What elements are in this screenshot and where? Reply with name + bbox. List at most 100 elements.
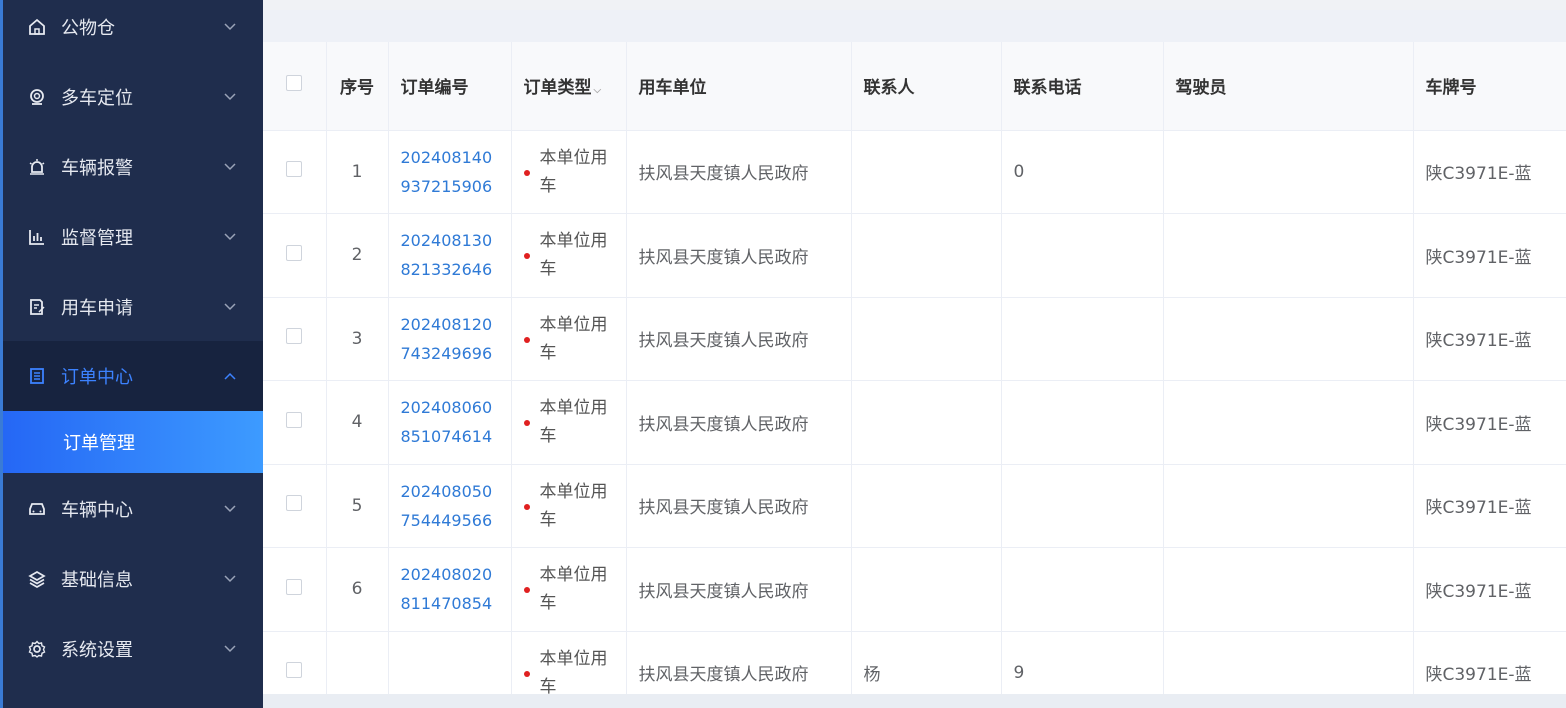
home-icon	[27, 17, 47, 37]
chevron-down-icon	[223, 572, 237, 586]
row-select-cell[interactable]	[263, 464, 327, 548]
row-checkbox[interactable]	[286, 244, 303, 261]
row-checkbox[interactable]	[286, 495, 303, 512]
sidebar-item-label: 公物仓	[61, 18, 115, 39]
car-icon	[27, 499, 47, 519]
row-select-cell[interactable]	[263, 297, 327, 381]
row-checkbox[interactable]	[286, 662, 303, 679]
order-type-text: 本单位用车	[539, 231, 608, 280]
order-no-link[interactable]: 202408120743249696	[401, 310, 499, 368]
cell-order-no[interactable]: 202408020811470854	[388, 547, 512, 632]
header-contact: 联系人	[851, 42, 1002, 131]
header-phone: 联系电话	[1001, 42, 1164, 131]
sidebar-item-system-settings[interactable]: 系统设置	[3, 627, 263, 671]
cell-unit: 扶风县天度镇人民政府	[626, 380, 852, 465]
order-no-link[interactable]: 202408060851074614	[401, 393, 499, 451]
header-select-all[interactable]	[263, 42, 327, 131]
cell-plate: 陕C3971E-蓝	[1413, 547, 1566, 632]
sidebar-item-supervision[interactable]: 监督管理	[3, 215, 263, 259]
row-select-cell[interactable]	[263, 547, 327, 632]
cell-order-no[interactable]: 202408050754449566	[388, 464, 512, 548]
cell-unit: 扶风县天度镇人民政府	[626, 213, 852, 298]
row-checkbox[interactable]	[286, 411, 303, 428]
select-all-checkbox[interactable]	[286, 75, 303, 92]
sidebar-item-car-application[interactable]: 用车申请	[3, 285, 263, 329]
table-row[interactable]: 1 202408140937215906 本单位用车 扶风县天度镇人民政府 0 …	[263, 130, 1566, 214]
chevron-down-icon	[223, 230, 237, 244]
cell-plate: 陕C3971E-蓝	[1413, 464, 1566, 548]
order-no-link[interactable]: 202408140937215906	[401, 143, 499, 201]
order-type-text: 本单位用车	[539, 398, 608, 447]
filter-caret-icon[interactable]: ⌵	[594, 85, 602, 96]
cell-driver	[1163, 380, 1414, 465]
row-checkbox[interactable]	[286, 328, 303, 345]
status-dot-icon	[523, 587, 530, 594]
table-row[interactable]: 3 202408120743249696 本单位用车 扶风县天度镇人民政府 陕C…	[263, 297, 1566, 381]
cell-order-type: 本单位用车	[511, 297, 627, 381]
cell-plate: 陕C3971E-蓝	[1413, 213, 1566, 298]
status-dot-icon	[523, 336, 530, 343]
table-row[interactable]: 2 202408130821332646 本单位用车 扶风县天度镇人民政府 陕C…	[263, 213, 1566, 298]
cell-unit: 扶风县天度镇人民政府	[626, 297, 852, 381]
orders-table: 序号 订单编号 订单类型 ⌵ 用车单位 联系人 联系电话 驾驶员 车牌号 1 20…	[263, 42, 1566, 694]
status-dot-icon	[523, 670, 530, 677]
cell-index: 5	[326, 464, 389, 548]
chevron-down-icon	[223, 502, 237, 516]
row-checkbox[interactable]	[286, 578, 303, 595]
row-select-cell[interactable]	[263, 213, 327, 298]
cell-order-no[interactable]: 202408060851074614	[388, 380, 512, 465]
table-row[interactable]: 6 202408020811470854 本单位用车 扶风县天度镇人民政府 陕C…	[263, 547, 1566, 632]
cell-index: 1	[326, 130, 389, 214]
header-order-type[interactable]: 订单类型 ⌵	[511, 42, 627, 131]
sidebar-item-order-center[interactable]: 订单中心	[3, 341, 263, 411]
cell-plate: 陕C3971E-蓝	[1413, 130, 1566, 214]
order-no-link[interactable]: 202408020811470854	[401, 560, 499, 618]
status-dot-icon	[523, 503, 530, 510]
cell-order-type: 本单位用车	[511, 213, 627, 298]
header-plate: 车牌号	[1413, 42, 1566, 131]
cell-order-no[interactable]: 202408120743249696	[388, 297, 512, 381]
cell-order-type: 本单位用车	[511, 631, 627, 694]
status-dot-icon	[523, 420, 530, 427]
sidebar-item-multi-car-location[interactable]: 多车定位	[3, 75, 263, 119]
sidebar-subitem-order-management[interactable]: 订单管理	[3, 411, 263, 473]
table-row[interactable]: 5 202408050754449566 本单位用车 扶风县天度镇人民政府 陕C…	[263, 464, 1566, 548]
status-dot-icon	[523, 253, 530, 260]
chart-icon	[27, 227, 47, 247]
cell-plate: 陕C3971E-蓝	[1413, 297, 1566, 381]
table-row[interactable]: 本单位用车 扶风县天度镇人民政府 杨 9 陕C3971E-蓝	[263, 631, 1566, 694]
sidebar-item-label: 车辆中心	[61, 500, 133, 521]
cell-driver	[1163, 547, 1414, 632]
cell-phone	[1001, 380, 1164, 465]
cell-order-no[interactable]: 202408130821332646	[388, 213, 512, 298]
row-checkbox[interactable]	[286, 161, 303, 178]
toolbar-strip	[263, 10, 1566, 42]
cell-order-no[interactable]	[388, 631, 512, 694]
row-select-cell[interactable]	[263, 130, 327, 214]
order-no-link[interactable]: 202408130821332646	[401, 226, 499, 284]
cell-driver	[1163, 213, 1414, 298]
row-select-cell[interactable]	[263, 380, 327, 465]
cell-driver	[1163, 130, 1414, 214]
table-header-row: 序号 订单编号 订单类型 ⌵ 用车单位 联系人 联系电话 驾驶员 车牌号	[263, 42, 1566, 131]
cell-phone: 9	[1001, 631, 1164, 694]
sidebar-item-label: 订单中心	[61, 367, 133, 388]
table-row[interactable]: 4 202408060851074614 本单位用车 扶风县天度镇人民政府 陕C…	[263, 380, 1566, 465]
sidebar-subitem-label: 订单管理	[63, 433, 135, 454]
sidebar-item-label: 多车定位	[61, 88, 133, 109]
cell-contact	[851, 464, 1002, 548]
cell-order-no[interactable]: 202408140937215906	[388, 130, 512, 214]
order-no-link[interactable]: 202408050754449566	[401, 477, 499, 535]
sidebar-item-vehicle-center[interactable]: 车辆中心	[3, 487, 263, 531]
chevron-down-icon	[223, 160, 237, 174]
horizontal-scrollbar[interactable]	[263, 694, 1566, 708]
cell-order-type: 本单位用车	[511, 380, 627, 465]
row-select-cell[interactable]	[263, 631, 327, 694]
sidebar-item-vehicle-alarm[interactable]: 车辆报警	[3, 145, 263, 189]
order-type-text: 本单位用车	[539, 147, 608, 196]
edit-doc-icon	[27, 297, 47, 317]
sidebar-item-label: 车辆报警	[61, 158, 133, 179]
sidebar-item-public-warehouse[interactable]: 公物仓	[3, 5, 263, 49]
sidebar-item-basic-info[interactable]: 基础信息	[3, 557, 263, 601]
order-type-text: 本单位用车	[539, 481, 608, 530]
